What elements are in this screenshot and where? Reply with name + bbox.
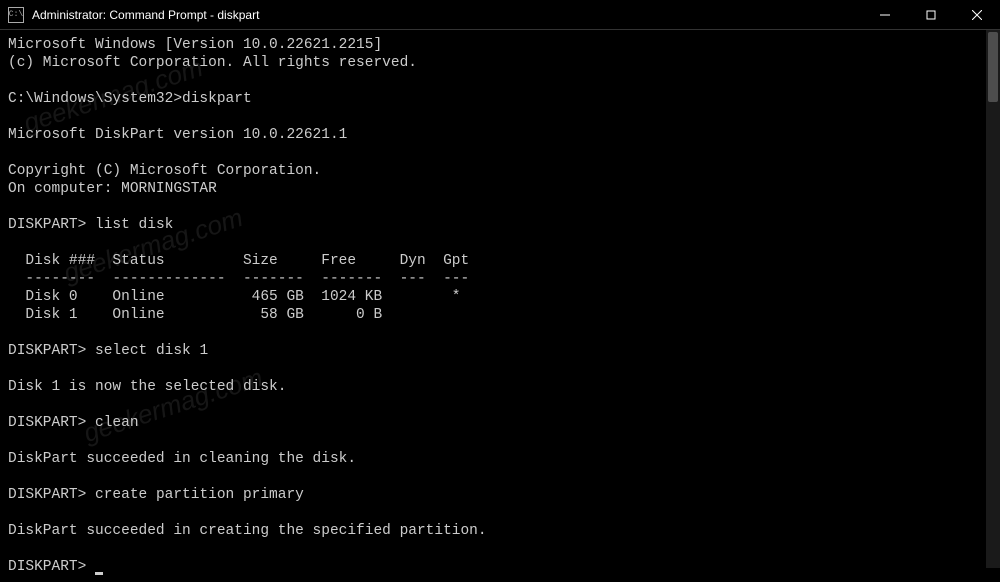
close-button[interactable] xyxy=(954,0,1000,29)
cmd-icon: C:\ xyxy=(8,7,24,23)
diskpart-prompt: DISKPART> xyxy=(8,559,86,575)
command-clean: clean xyxy=(95,415,139,431)
create-result: DiskPart succeeded in creating the speci… xyxy=(8,523,487,539)
diskpart-prompt: DISKPART> xyxy=(8,217,86,233)
diskpart-prompt: DISKPART> xyxy=(8,343,86,359)
diskpart-prompt: DISKPART> xyxy=(8,487,86,503)
cursor xyxy=(95,572,103,575)
minimize-button[interactable] xyxy=(862,0,908,29)
os-version-line: Microsoft Windows [Version 10.0.22621.22… xyxy=(8,37,382,53)
scrollbar-thumb[interactable] xyxy=(988,32,998,102)
copyright-line: (c) Microsoft Corporation. All rights re… xyxy=(8,55,417,71)
command-create-partition: create partition primary xyxy=(95,487,304,503)
disk-table-divider: -------- ------------- ------- ------- -… xyxy=(8,271,469,287)
clean-result: DiskPart succeeded in cleaning the disk. xyxy=(8,451,356,467)
diskpart-version: Microsoft DiskPart version 10.0.22621.1 xyxy=(8,127,347,143)
select-result: Disk 1 is now the selected disk. xyxy=(8,379,286,395)
disk-table-row: Disk 1 Online 58 GB 0 B xyxy=(8,307,382,323)
titlebar: C:\ Administrator: Command Prompt - disk… xyxy=(0,0,1000,30)
shell-prompt: C:\Windows\System32> xyxy=(8,91,182,107)
scrollbar-track[interactable] xyxy=(986,30,1000,568)
terminal-output[interactable]: Microsoft Windows [Version 10.0.22621.22… xyxy=(0,30,1000,582)
disk-table-row: Disk 0 Online 465 GB 1024 KB * xyxy=(8,289,460,305)
window-controls xyxy=(862,0,1000,29)
window-title: Administrator: Command Prompt - diskpart xyxy=(32,8,862,22)
maximize-button[interactable] xyxy=(908,0,954,29)
disk-table-header: Disk ### Status Size Free Dyn Gpt xyxy=(8,253,469,269)
diskpart-copyright: Copyright (C) Microsoft Corporation. xyxy=(8,163,321,179)
command-select-disk: select disk 1 xyxy=(95,343,208,359)
computer-name-line: On computer: MORNINGSTAR xyxy=(8,181,217,197)
command-list-disk: list disk xyxy=(95,217,173,233)
command-diskpart: diskpart xyxy=(182,91,252,107)
diskpart-prompt: DISKPART> xyxy=(8,415,86,431)
